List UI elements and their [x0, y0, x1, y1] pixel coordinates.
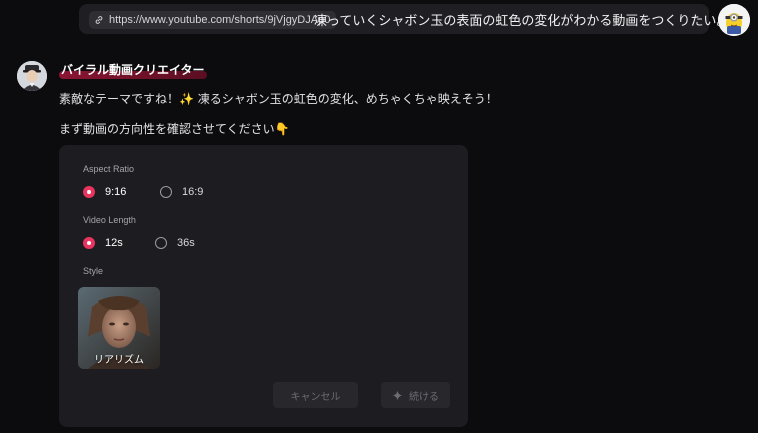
link-chip[interactable]: https://www.youtube.com/shorts/9jVjgyDJA…	[89, 11, 337, 29]
continue-button[interactable]: 続ける	[381, 382, 450, 408]
link-url[interactable]: https://www.youtube.com/shorts/9jVjgyDJA…	[109, 14, 330, 26]
user-avatar[interactable]	[718, 4, 750, 36]
video-length-option-12s[interactable]: 12s	[83, 237, 123, 249]
radio-unselected-icon	[160, 186, 172, 198]
bot-message-1: 素敵なテーマですね！✨ 凍るシャボン玉の虹色の変化、めちゃくちゃ映えそう！	[59, 92, 498, 106]
style-option-realism[interactable]: リアリズム	[78, 287, 160, 369]
radio-selected-icon	[83, 186, 95, 198]
cancel-button-label: キャンセル	[290, 391, 341, 403]
radio-unselected-icon	[155, 237, 167, 249]
user-message-text: 凍っていくシャボン玉の表面の虹色の変化がわかる動画をつくりたい。	[314, 14, 730, 29]
bot-message-2: まず動画の方向性を確認させてください👇	[59, 122, 290, 136]
aspect-ratio-label: Aspect Ratio	[83, 164, 135, 174]
sparkle-icon	[392, 390, 403, 400]
radio-label: 36s	[177, 237, 195, 249]
aspect-ratio-option-9-16[interactable]: 9:16	[83, 186, 126, 198]
video-settings-card: Aspect Ratio 9:16 16:9 Video Length 12s …	[59, 145, 468, 427]
bot-avatar[interactable]	[17, 61, 47, 91]
continue-button-label: 続ける	[409, 391, 439, 403]
radio-selected-icon	[83, 237, 95, 249]
radio-label: 16:9	[182, 186, 204, 198]
link-icon	[95, 16, 103, 24]
video-length-label: Video Length	[83, 215, 136, 225]
bot-name-container: バイラル動画クリエイター	[59, 61, 207, 79]
bot-name: バイラル動画クリエイター	[61, 63, 205, 77]
user-message-bubble: https://www.youtube.com/shorts/9jVjgyDJA…	[79, 4, 729, 34]
style-option-label: リアリズム	[94, 355, 144, 366]
style-label: Style	[83, 266, 104, 276]
cancel-button[interactable]: キャンセル	[273, 382, 358, 408]
radio-label: 9:16	[105, 186, 127, 198]
radio-label: 12s	[105, 237, 123, 249]
video-length-option-36s[interactable]: 36s	[155, 237, 195, 249]
aspect-ratio-option-16-9[interactable]: 16:9	[160, 186, 203, 198]
